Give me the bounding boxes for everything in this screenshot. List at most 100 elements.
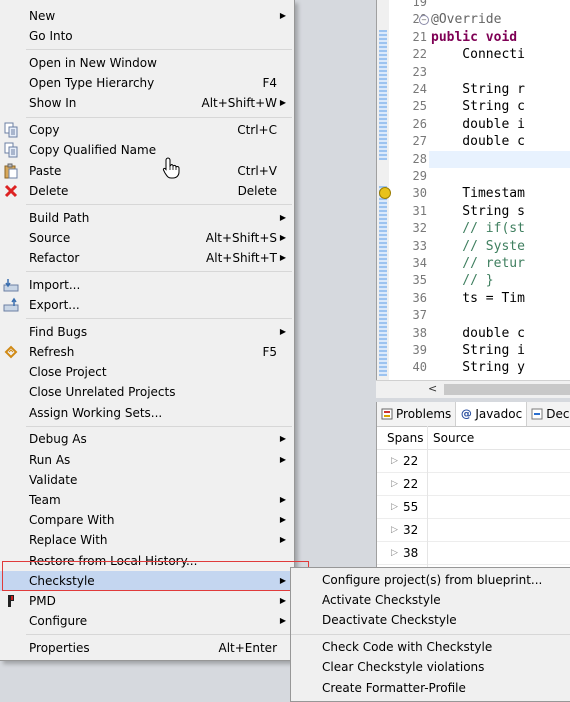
code-line[interactable]: Connecti (431, 46, 525, 63)
menu-item-assign-working-sets[interactable]: Assign Working Sets... (0, 403, 294, 423)
line-number: 29 (412, 169, 427, 183)
menu-item-label: Source (29, 230, 71, 245)
menu-item-label: Delete (29, 183, 69, 198)
editor-horizontal-scrollbar[interactable]: < (376, 380, 570, 398)
expand-arrow-icon[interactable]: ▷ (391, 496, 398, 518)
spans-value: 32 (403, 523, 419, 537)
code-line[interactable]: double c (431, 133, 525, 150)
menu-item-close-project[interactable]: Close Project (0, 362, 294, 382)
line-number: 37 (412, 308, 427, 323)
menu-item-configure[interactable]: Configure ▶ (0, 611, 294, 631)
menu-item-build-path[interactable]: Build Path ▶ (0, 208, 294, 228)
hand-cursor-icon (162, 157, 182, 179)
submenu-arrow-icon: ▶ (279, 434, 286, 444)
menu-item-pmd[interactable]: PMD ▶ (0, 591, 294, 611)
menu-item-activate-checkstyle[interactable]: Activate Checkstyle (291, 590, 570, 610)
menu-item-properties[interactable]: Properties Alt+Enter (0, 638, 294, 658)
menu-item-delete[interactable]: Delete Delete (0, 181, 294, 201)
code-editor[interactable]: 1920212223242526272829303132333435363738… (376, 0, 570, 398)
scroll-left-arrow[interactable]: < (428, 382, 437, 395)
menu-item-debug-as[interactable]: Debug As ▶ (0, 429, 294, 449)
menu-item-paste[interactable]: Paste Ctrl+V (0, 161, 294, 181)
line-number: 40 (412, 360, 427, 375)
menu-item-refresh[interactable]: Refresh F5 (0, 342, 294, 362)
menu-item-label: Close Project (29, 365, 107, 380)
submenu-arrow-icon: ▶ (279, 98, 286, 108)
change-ruler-stripe (379, 186, 387, 376)
menu-item-label: Close Unrelated Projects (29, 385, 176, 400)
menu-item-label: Open Type Hierarchy (29, 76, 155, 91)
fold-icon[interactable]: − (419, 15, 429, 25)
submenu-arrow-icon: ▶ (279, 232, 286, 242)
expand-arrow-icon[interactable]: ▷ (391, 473, 398, 495)
expand-arrow-icon[interactable]: ▷ (391, 519, 398, 541)
tab-declaration[interactable]: Decla (527, 402, 570, 426)
menu-item-replace-with[interactable]: Replace With ▶ (0, 530, 294, 550)
menu-item-refactor[interactable]: Refactor Alt+Shift+T ▶ (0, 248, 294, 268)
code-line[interactable]: public void (431, 29, 517, 46)
submenu-arrow-icon: ▶ (279, 454, 286, 464)
code-line[interactable]: double i (431, 116, 525, 133)
menu-item-source[interactable]: Source Alt+Shift+S ▶ (0, 228, 294, 248)
expand-arrow-icon[interactable]: ▷ (391, 542, 398, 564)
menu-item-new[interactable]: New ▶ (0, 6, 294, 26)
menu-item-deactivate-checkstyle[interactable]: Deactivate Checkstyle (291, 610, 570, 630)
code-line[interactable]: // retur (431, 255, 525, 272)
menu-item-export[interactable]: Export... (0, 295, 294, 315)
submenu-arrow-icon: ▶ (279, 616, 286, 626)
menu-item-compare-with[interactable]: Compare With ▶ (0, 510, 294, 530)
code-line[interactable]: String r (431, 81, 525, 98)
code-line[interactable]: // } (431, 272, 493, 289)
menu-item-copy[interactable]: Copy Ctrl+C (0, 120, 294, 140)
menu-item-label: Copy (29, 123, 60, 138)
expand-arrow-icon[interactable]: ▷ (391, 450, 398, 472)
menu-item-run-as[interactable]: Run As ▶ (0, 450, 294, 470)
submenu-arrow-icon: ▶ (279, 596, 286, 605)
column-header-source[interactable]: Source (433, 431, 474, 445)
code-line[interactable]: String c (431, 98, 525, 115)
table-row[interactable]: ▷ 55 (377, 496, 570, 519)
menu-item-label: Configure (29, 614, 88, 629)
menu-item-configure-project-s-from-blueprint[interactable]: Configure project(s) from blueprint... (291, 570, 570, 590)
table-row[interactable]: ▷ 38 (377, 542, 570, 565)
code-line[interactable]: // if(st (431, 220, 525, 237)
menu-item-open-in-new-window[interactable]: Open in New Window (0, 53, 294, 73)
menu-item-label: Go Into (29, 29, 73, 44)
table-row[interactable]: ▷ 32 (377, 519, 570, 542)
menu-item-go-into[interactable]: Go Into (0, 26, 294, 46)
code-line[interactable]: Timestam (431, 185, 525, 202)
code-line[interactable]: String i (431, 342, 525, 359)
code-line[interactable]: ts = Tim (431, 290, 525, 307)
code-line[interactable]: String y (431, 359, 525, 376)
code-line[interactable]: double c (431, 325, 525, 342)
table-row[interactable]: ▷ 22 (377, 450, 570, 473)
menu-item-shortcut: Alt+Enter (218, 641, 277, 655)
code-line[interactable]: // Syste (431, 238, 525, 255)
spans-value: 22 (403, 477, 419, 491)
menu-item-create-formatter-profile[interactable]: Create Formatter-Profile (291, 678, 570, 698)
menu-item-show-in[interactable]: Show In Alt+Shift+W ▶ (0, 93, 294, 113)
warning-marker-icon[interactable] (379, 187, 391, 199)
tab-javadoc[interactable]: @ Javadoc (456, 402, 528, 426)
menu-item-clear-checkstyle-violations[interactable]: Clear Checkstyle violations (291, 657, 570, 677)
menu-item-import[interactable]: Import... (0, 275, 294, 295)
tab-problems[interactable]: Problems (377, 402, 457, 426)
paste-icon (3, 163, 19, 179)
table-row[interactable]: ▷ 22 (377, 473, 570, 496)
menu-item-label: Team (29, 493, 61, 507)
menu-item-team[interactable]: Team ▶ (0, 490, 294, 510)
menu-item-label: Debug As (29, 432, 87, 447)
menu-item-close-unrelated-projects[interactable]: Close Unrelated Projects (0, 382, 294, 402)
menu-item-validate[interactable]: Validate (0, 470, 294, 490)
menu-item-copy-qualified-name[interactable]: Copy Qualified Name (0, 140, 294, 160)
column-header-spans[interactable]: Spans (377, 431, 433, 445)
menu-item-label: Copy Qualified Name (29, 143, 157, 158)
menu-item-label: Open in New Window (29, 56, 157, 70)
scrollbar-thumb[interactable] (444, 384, 570, 395)
menu-item-find-bugs[interactable]: Find Bugs ▶ (0, 322, 294, 342)
change-ruler-stripe (379, 60, 387, 160)
menu-item-open-type-hierarchy[interactable]: Open Type Hierarchy F4 (0, 73, 294, 93)
code-line[interactable]: @Override (431, 11, 501, 28)
menu-item-check-code-with-checkstyle[interactable]: Check Code with Checkstyle (291, 637, 570, 657)
code-line[interactable]: String s (431, 203, 525, 220)
